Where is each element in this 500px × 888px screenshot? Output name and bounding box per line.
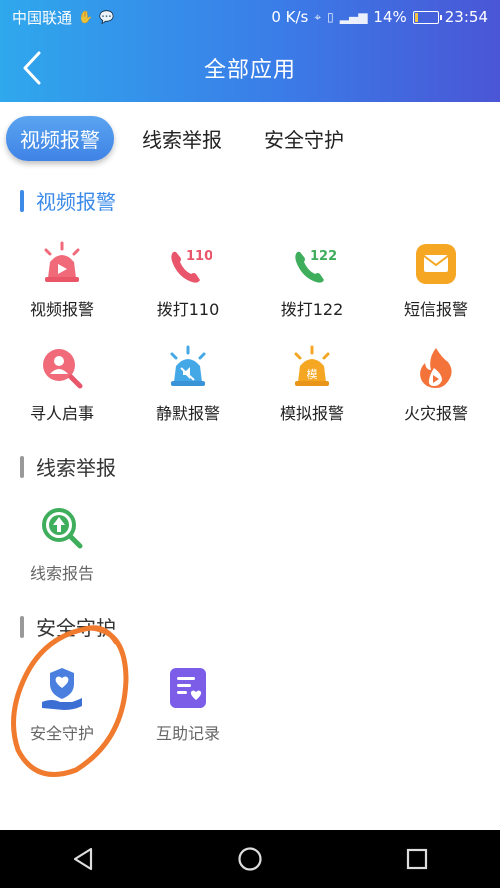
simulated-siren-icon: 模 (294, 345, 330, 386)
app-bar: 全部应用 (0, 34, 500, 102)
chevron-left-icon (23, 51, 41, 85)
triangle-back-icon (74, 847, 93, 871)
app-label: 线索报告 (29, 564, 94, 583)
app-label: 互助记录 (155, 724, 220, 743)
siren-video-icon (44, 241, 80, 282)
app-missing-person[interactable]: 寻人启事 (4, 344, 120, 424)
vibrate-icon: ▯ (327, 10, 334, 24)
app-label: 火灾报警 (403, 404, 468, 423)
app-label: 拨打122 (280, 300, 344, 319)
location-icon: ⌖ (314, 9, 322, 24)
phone-110-icon: 110 (171, 249, 212, 283)
battery-icon (412, 10, 442, 24)
app-label: 安全守护 (29, 724, 94, 743)
hand-icon: ✋ (78, 10, 93, 24)
app-simulated-alarm[interactable]: 模 模拟报警 (254, 344, 370, 424)
circle-home-icon (238, 847, 262, 871)
battery-percent: 14% (373, 8, 407, 26)
signal-icon: ▂▄▆ (339, 10, 368, 24)
system-navigation-bar (0, 830, 500, 888)
clock: 23:54 (444, 8, 488, 26)
app-mutual-aid-record[interactable]: 互助记录 (130, 664, 246, 744)
app-fire-alarm[interactable]: 火灾报警 (378, 344, 494, 424)
mutual-aid-record-icon (170, 668, 206, 708)
app-call-122[interactable]: 122 拨打122 (254, 240, 370, 320)
silent-siren-icon (170, 345, 206, 386)
shield-hand-icon (42, 668, 82, 710)
clue-search-icon (42, 508, 83, 549)
carrier-label: 中国联通 (12, 8, 73, 27)
app-label: 短信报警 (403, 300, 468, 319)
nav-recents-button[interactable] (395, 837, 439, 881)
section-marker (20, 615, 24, 638)
page-title: 全部应用 (203, 58, 296, 83)
app-label: 模拟报警 (279, 404, 344, 423)
nav-home-button[interactable] (228, 837, 272, 881)
app-label: 静默报警 (155, 404, 220, 423)
section-title-safety-guard: 安全守护 (20, 612, 116, 641)
network-speed: 0 K/s (271, 8, 309, 26)
section-marker (20, 189, 24, 212)
phone-122-icon: 122 (295, 249, 336, 283)
app-label: 拨打110 (156, 300, 220, 319)
section-marker (20, 455, 24, 478)
person-search-icon (43, 349, 83, 389)
svg-text:122: 122 (310, 249, 336, 264)
app-label: 寻人启事 (29, 404, 94, 423)
back-button[interactable] (10, 44, 54, 92)
app-sms-alarm[interactable]: 短信报警 (378, 240, 494, 320)
square-recents-icon (406, 848, 427, 870)
svg-text:模: 模 (307, 368, 318, 381)
tab-clue-report[interactable]: 线索举报 (128, 116, 236, 161)
fire-icon (420, 348, 452, 388)
section-title-video-alarm: 视频报警 (20, 186, 116, 215)
app-clue-report[interactable]: 线索报告 (4, 504, 120, 584)
nav-back-button[interactable] (61, 837, 105, 881)
app-video-alarm[interactable]: 视频报警 (4, 240, 120, 320)
tab-video-alarm[interactable]: 视频报警 (6, 115, 114, 161)
status-bar: 中国联通 ✋ 💬 0 K/s ⌖ ▯ ▂▄▆ 14% 23:54 (0, 0, 500, 34)
svg-text:110: 110 (186, 249, 212, 264)
app-label: 视频报警 (29, 300, 94, 319)
app-silent-alarm[interactable]: 静默报警 (130, 344, 246, 424)
section-title-clue-report: 线索举报 (20, 452, 116, 481)
app-call-110[interactable]: 110 拨打110 (130, 240, 246, 320)
app-safety-guard[interactable]: 安全守护 (4, 664, 120, 744)
category-tabs: 视频报警 线索举报 安全守护 (0, 108, 500, 168)
sms-envelope-icon (416, 244, 456, 284)
tab-safety-guard[interactable]: 安全守护 (250, 116, 358, 161)
message-icon: 💬 (98, 10, 114, 24)
